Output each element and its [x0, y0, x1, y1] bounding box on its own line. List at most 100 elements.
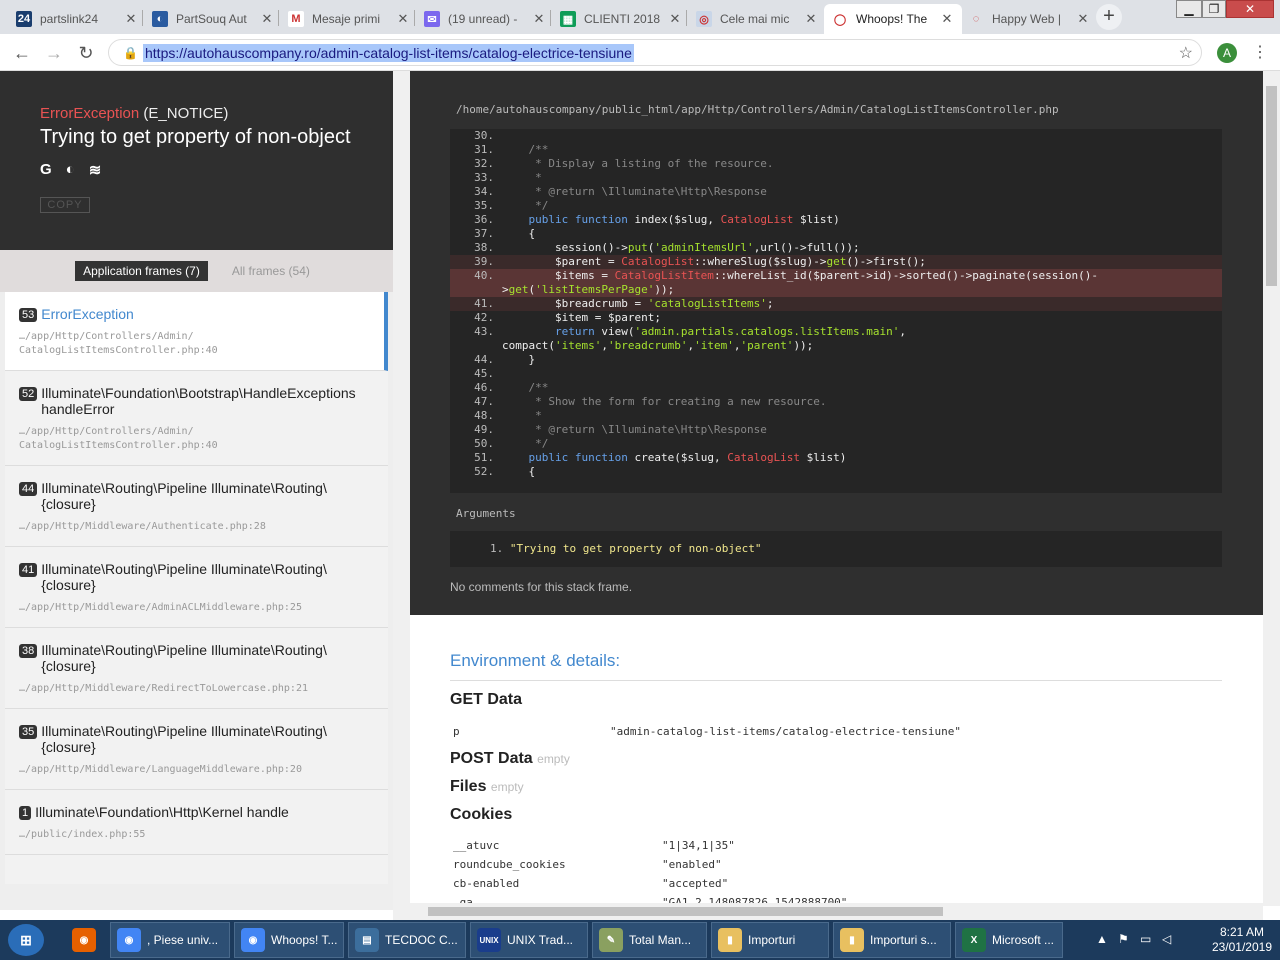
browser-tab[interactable]: ◯ Whoops! The ✕ [824, 4, 962, 34]
clock-date: 23/01/2019 [1211, 940, 1272, 954]
copy-button[interactable]: COPY [40, 197, 90, 213]
stack-frame[interactable]: 52 Illuminate\Foundation\Bootstrap\Handle… [5, 371, 388, 466]
environment-title: Environment & details: [450, 651, 621, 670]
restore-button[interactable]: ❐ [1202, 0, 1226, 18]
line-code: $item = $parent; [502, 311, 661, 324]
file-path: /home/autohauscompany/public_html/app/Ht… [456, 103, 1059, 116]
tab-close-icon[interactable]: ✕ [1076, 11, 1090, 27]
line-number: 37. [474, 227, 494, 240]
taskbar-item[interactable]: ◉ [66, 922, 106, 958]
scrollbar-thumb-horizontal[interactable] [428, 907, 943, 916]
tab-close-icon[interactable]: ✕ [668, 11, 682, 27]
line-code: { [502, 227, 536, 240]
code-line: 46. /** [450, 381, 1222, 395]
action-center-icon[interactable]: ⚑ [1118, 932, 1129, 946]
stackoverflow-icon[interactable]: ≋ [89, 161, 102, 179]
url-text[interactable]: https://autohauscompany.ro/admin-catalog… [143, 44, 634, 62]
volume-icon[interactable]: ◁ [1162, 932, 1171, 946]
browser-tab[interactable]: ✉ (19 unread) - ✕ [416, 4, 554, 34]
google-search-icon[interactable]: G [40, 161, 52, 179]
line-number: 36. [474, 213, 494, 226]
stack-frame[interactable]: 44 Illuminate\Routing\Pipeline Illuminate… [5, 466, 388, 547]
browser-tab[interactable]: ◌ Happy Web | ✕ [960, 4, 1098, 34]
reload-button[interactable]: ↻ [74, 42, 98, 64]
tab-close-icon[interactable]: ✕ [940, 11, 954, 27]
profile-avatar[interactable]: A [1217, 43, 1237, 63]
tab-label: Happy Web | [992, 12, 1061, 26]
system-tray: ▲ ⚑ ▭ ◁ 8:21 AM 23/01/2019 [1092, 920, 1280, 960]
tab-close-icon[interactable]: ✕ [804, 11, 818, 27]
new-tab-button[interactable]: + [1096, 4, 1122, 30]
browser-tab[interactable]: ▦ CLIENTI 2018 ✕ [552, 4, 690, 34]
stack-frame[interactable]: 1 Illuminate\Foundation\Http\Kernel handl… [5, 790, 388, 855]
back-button[interactable]: ← [10, 42, 34, 64]
tab-close-icon[interactable]: ✕ [532, 11, 546, 27]
application-frames-button[interactable]: Application frames (7) [75, 261, 208, 281]
gmail-icon: M [288, 11, 304, 27]
taskbar-item[interactable]: ▮ Importuri s... [833, 922, 951, 958]
code-section: /home/autohauscompany/public_html/app/Ht… [410, 71, 1263, 615]
left-panel-scrollbar[interactable] [393, 71, 410, 910]
scrollbar-thumb[interactable] [1266, 86, 1277, 286]
line-number: 46. [474, 381, 494, 394]
stack-frame[interactable]: 53 ErrorException …/app/Http/Controllers/A… [5, 292, 388, 371]
tab-separator [686, 10, 687, 26]
browser-tab[interactable]: M Mesaje primi ✕ [280, 4, 418, 34]
get-data-title: GET Data [450, 691, 523, 708]
frame-number: 35 [19, 725, 38, 739]
close-window-button[interactable]: ✕ [1226, 0, 1274, 18]
env-key: roundcube_cookies [453, 858, 566, 871]
stack-frame[interactable]: 41 Illuminate\Routing\Pipeline Illuminate… [5, 547, 388, 628]
vertical-scrollbar[interactable] [1263, 71, 1280, 906]
stack-frame[interactable]: 35 Illuminate\Routing\Pipeline Illuminate… [5, 709, 388, 790]
menu-kebab-icon[interactable]: ⋮ [1252, 42, 1268, 62]
code-line: 52. { [450, 465, 1222, 479]
taskbar-item[interactable]: UNIX UNIX Trad... [470, 922, 588, 958]
code-line: 42. $item = $parent; [450, 311, 1222, 325]
network-icon[interactable]: ▭ [1140, 932, 1151, 946]
bookmark-star-icon[interactable]: ☆ [1179, 43, 1193, 63]
address-bar[interactable]: 🔒 https://autohauscompany.ro/admin-catal… [108, 39, 1202, 66]
taskbar-item[interactable]: ▤ TECDOC C... [348, 922, 466, 958]
line-number: 49. [474, 423, 494, 436]
taskbar-item[interactable]: ✎ Total Man... [592, 922, 707, 958]
minimize-button[interactable]: ▁ [1176, 0, 1202, 18]
frame-number: 53 [19, 308, 38, 322]
line-number: 44. [474, 353, 494, 366]
env-key: __atuvc [453, 839, 500, 852]
line-number: 31. [474, 143, 494, 156]
site-icon: ◎ [696, 11, 712, 27]
taskbar-item[interactable]: X Microsoft ... [955, 922, 1063, 958]
env-value: "accepted" [662, 877, 729, 890]
details-panel: /home/autohauscompany/public_html/app/Ht… [410, 71, 1263, 906]
partsouq-icon: ◐ [152, 11, 168, 27]
line-code: */ [502, 437, 549, 450]
duckduckgo-icon[interactable]: ◐ [66, 161, 75, 179]
chrome-icon: ◉ [117, 928, 141, 952]
stack-frame[interactable]: 38 Illuminate\Routing\Pipeline Illuminate… [5, 628, 388, 709]
taskbar-item-label: TECDOC C... [385, 933, 458, 947]
forward-button[interactable]: → [42, 42, 66, 64]
browser-tab[interactable]: 24 partslink24 ✕ [8, 4, 146, 34]
tab-close-icon[interactable]: ✕ [260, 11, 274, 27]
clock[interactable]: 8:21 AM 23/01/2019 [1212, 925, 1272, 955]
start-button[interactable]: ⊞ [8, 924, 44, 956]
taskbar-item[interactable]: ◉ , Piese univ... [110, 922, 230, 958]
browser-tab[interactable]: ◐ PartSouq Aut ✕ [144, 4, 282, 34]
browser-tab[interactable]: ◎ Cele mai mic ✕ [688, 4, 826, 34]
line-code: $breadcrumb = 'catalogListItems'; [502, 297, 774, 310]
code-line: 32. * Display a listing of the resource. [450, 157, 1222, 171]
horizontal-scrollbar[interactable] [393, 903, 1263, 920]
taskbar-item[interactable]: ◉ Whoops! T... [234, 922, 344, 958]
all-frames-button[interactable]: All frames (54) [224, 261, 318, 281]
tray-arrow-icon[interactable]: ▲ [1096, 932, 1108, 946]
tab-close-icon[interactable]: ✕ [124, 11, 138, 27]
frame-file: …/app/Http/Middleware/LanguageMiddleware… [19, 764, 302, 775]
frame-filter: Application frames (7) All frames (54) [0, 250, 393, 292]
line-number: 45. [474, 367, 494, 380]
tab-close-icon[interactable]: ✕ [396, 11, 410, 27]
taskbar-item[interactable]: ▮ Importuri [711, 922, 829, 958]
tab-separator [142, 10, 143, 26]
